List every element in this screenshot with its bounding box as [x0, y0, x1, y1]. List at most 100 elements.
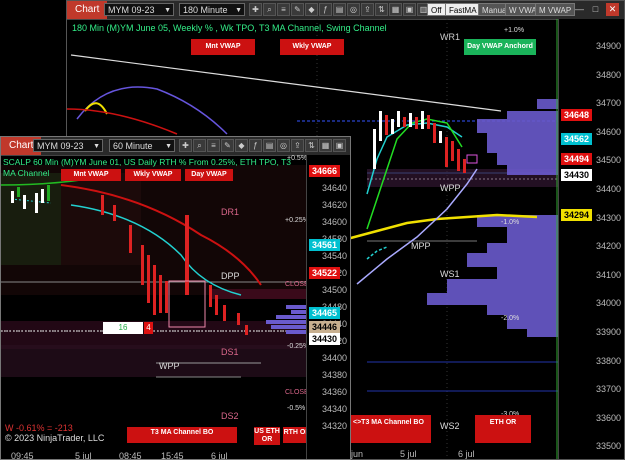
main-chart-tab[interactable]: Chart: [67, 1, 108, 19]
main-day-vwap-anchord-button[interactable]: Day VWAP Anchord: [464, 39, 536, 55]
main-price-tag: 34430: [561, 169, 593, 181]
scalp-price-axis[interactable]: 3464034620346003458034540345203450034480…: [306, 155, 350, 459]
m-vwap-button[interactable]: M VWAP: [535, 3, 576, 16]
scalp-position-box[interactable]: 16: [103, 322, 143, 334]
scalp-axis-tick: 34400: [321, 353, 347, 363]
main-axis-tick: 34100: [595, 269, 621, 280]
main-instrument-selector[interactable]: MYM 09-23 ▼: [104, 3, 174, 16]
chart-trader-button[interactable]: ▦: [389, 3, 402, 16]
scalp-copyright: © 2023 NinjaTrader, LLC: [5, 433, 105, 443]
main-eth-or-button[interactable]: ETH OR: [475, 415, 531, 443]
main-axis-tick: 34300: [595, 212, 621, 223]
main-xlabel-6jul: 6 jul: [458, 449, 475, 459]
main-axis-tick: 34900: [595, 41, 621, 51]
main-axis-tick: 33500: [595, 441, 621, 452]
main-price-tag: 34494: [561, 153, 593, 165]
indicator-button[interactable]: ƒ: [319, 3, 332, 16]
main-t3-channel-bo-button[interactable]: <>T3 MA Channel BO: [351, 415, 431, 443]
template-button[interactable]: ▤: [263, 139, 276, 152]
data-box-button[interactable]: ▣: [333, 139, 346, 152]
strategy-button[interactable]: ◆: [305, 3, 318, 16]
scalp-axis-tick: 34640: [321, 183, 347, 193]
snapshot-button[interactable]: ◎: [347, 3, 360, 16]
scalp-chart-plot[interactable]: [1, 155, 306, 460]
scalp-t3-channel-bo-button[interactable]: T3 MA Channel BO: [127, 427, 237, 443]
zoom-tool-button[interactable]: ⌕: [263, 3, 276, 16]
main-axis-tick: 34500: [595, 155, 621, 166]
main-price-axis[interactable]: 34900 34800 34700 34600 34500 34400 34300 34200…: [558, 19, 624, 459]
scalp-axis-tick: 34620: [321, 200, 347, 210]
main-axis-tick: 34600: [595, 126, 621, 137]
drawing-tool-button[interactable]: ✎: [221, 139, 234, 152]
scalp-price-tag: 34666: [309, 165, 341, 177]
close-icon[interactable]: ✕: [606, 3, 619, 16]
share-button[interactable]: ⇪: [291, 139, 304, 152]
main-axis-tick: 34200: [595, 241, 621, 252]
scalp-level-dpp: DPP: [221, 271, 240, 281]
scalp-chart-window: Chart MYM 09-23 ▼ 60 Minute ▼ ✚ ⌕ ≡ ✎ ◆ ƒ …: [0, 136, 351, 460]
scalp-stat-line: W -0.61% = -213: [5, 423, 73, 433]
main-price-tag: 34562: [561, 133, 593, 145]
crosshair-tool-button[interactable]: ✚: [249, 3, 262, 16]
chart-trader-button[interactable]: ▦: [319, 139, 332, 152]
scalp-level-ds1: DS1: [221, 347, 239, 357]
crosshair-tool-button[interactable]: ✚: [179, 139, 192, 152]
scalp-us-eth-or-button[interactable]: US ETH OR: [254, 427, 280, 445]
scalp-chart-toolbar: Chart MYM 09-23 ▼ 60 Minute ▼ ✚ ⌕ ≡ ✎ ◆ ƒ …: [1, 137, 350, 156]
data-box-button[interactable]: ▣: [403, 3, 416, 16]
scalp-level-wpp: WPP: [159, 361, 180, 371]
main-chart-title: 180 Min (M)YM June 05, Weekly % , Wk TPO…: [72, 23, 387, 33]
share-button[interactable]: ⇪: [361, 3, 374, 16]
main-level-wr1: WR1: [440, 32, 460, 42]
main-axis-tick: 33600: [595, 412, 621, 423]
main-level-ws1: WS1: [440, 269, 460, 279]
main-pct-minus1: -1.0%: [501, 219, 520, 226]
main-axis-tick: 34000: [595, 298, 621, 309]
minimize-icon[interactable]: —: [573, 3, 586, 16]
fastma-button[interactable]: FastMA: [445, 3, 481, 16]
main-interval-selector[interactable]: 180 Minute ▼: [179, 3, 245, 16]
indicator-button[interactable]: ƒ: [249, 139, 262, 152]
main-axis-tick: 34800: [595, 69, 621, 80]
scalp-price-tag: 34465: [309, 307, 341, 319]
main-mnt-vwap-button[interactable]: Mnt VWAP: [191, 39, 255, 55]
scalp-position-badge[interactable]: 4: [144, 322, 153, 334]
toggle-off-button[interactable]: Off: [427, 3, 446, 16]
main-axis-tick: 34400: [595, 184, 621, 194]
orders-button[interactable]: ⇅: [375, 3, 388, 16]
main-chart-toolbar: Chart MYM 09-23 ▼ 180 Minute ▼ ✚ ⌕ ≡ ✎ ◆ ƒ…: [67, 1, 624, 20]
drawing-tool-button[interactable]: ✎: [291, 3, 304, 16]
scalp-wkly-vwap-button[interactable]: Wkly VWAP: [125, 169, 181, 181]
maximize-icon[interactable]: □: [589, 3, 602, 16]
zoom-tool-button[interactable]: ⌕: [193, 139, 206, 152]
scalp-level-ds2: DS2: [221, 411, 239, 421]
template-button[interactable]: ▤: [333, 3, 346, 16]
scalp-level-dr1: DR1: [221, 207, 240, 217]
scalp-interval-selector[interactable]: 60 Minute ▼: [109, 139, 175, 152]
scalp-day-vwap-button[interactable]: Day VWAP: [185, 169, 233, 181]
scalp-mnt-vwap-button[interactable]: Mnt VWAP: [61, 169, 121, 181]
main-xlabel-jun: jun: [351, 449, 364, 459]
main-price-tag: 34294: [561, 209, 593, 221]
scalp-price-tag: 34561: [309, 239, 341, 251]
main-wkly-vwap-button[interactable]: Wkly VWAP: [280, 39, 344, 55]
main-level-mpp: MPP: [411, 241, 431, 251]
scalp-axis-tick: 34600: [321, 217, 347, 227]
scalp-axis-tick: 34380: [321, 370, 347, 380]
scalp-xlabel-0845: 08:45: [119, 451, 142, 460]
chevron-down-icon: ▼: [164, 7, 171, 14]
orders-button[interactable]: ⇅: [305, 139, 318, 152]
main-level-wpp: WPP: [440, 183, 461, 193]
strategy-button[interactable]: ◆: [235, 139, 248, 152]
properties-button[interactable]: ≡: [277, 3, 290, 16]
snapshot-button[interactable]: ◎: [277, 139, 290, 152]
scalp-xlabel-0945: 09:45: [11, 451, 34, 460]
scalp-instrument-selector[interactable]: MYM 09-23 ▼: [33, 139, 103, 152]
scalp-axis-tick: 34500: [321, 285, 347, 295]
chevron-down-icon: ▼: [235, 7, 242, 14]
scalp-xlabel-1545: 15:45: [161, 451, 184, 460]
properties-button[interactable]: ≡: [207, 139, 220, 152]
main-instrument-label: MYM 09-23: [108, 5, 155, 15]
scalp-xlabel-6jul: 6 jul: [211, 451, 228, 460]
chevron-down-icon: ▼: [165, 143, 172, 150]
